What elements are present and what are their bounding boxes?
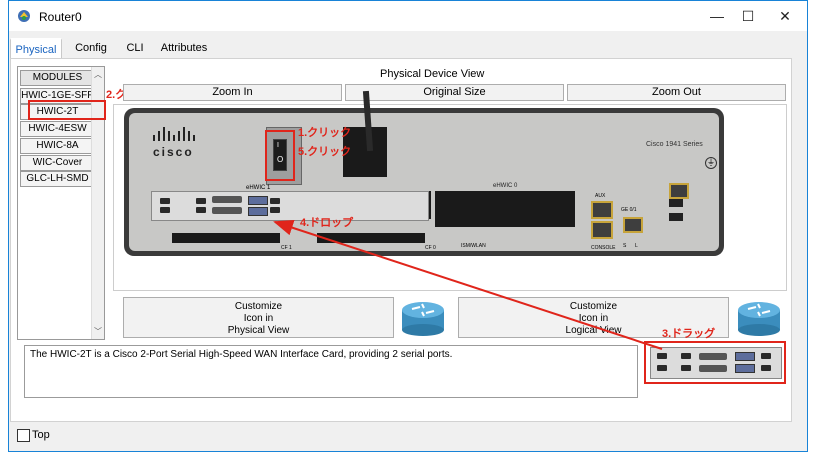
top-checkbox[interactable] (17, 429, 30, 442)
top-label: Top (32, 429, 50, 441)
drag-arrow (273, 220, 663, 350)
